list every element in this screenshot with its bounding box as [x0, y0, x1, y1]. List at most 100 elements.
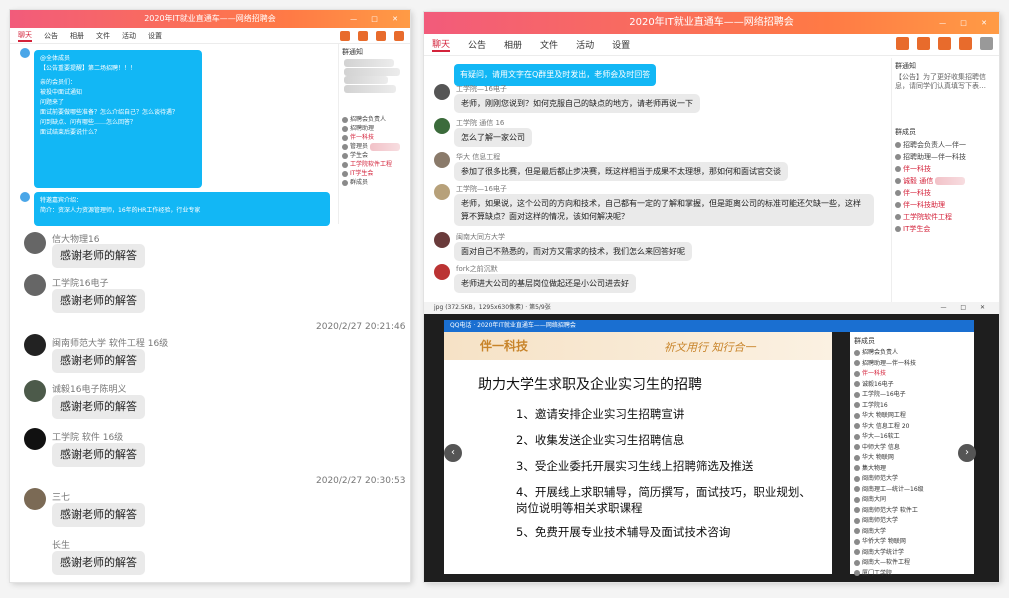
message-bubble: 感谢老师的解答 — [52, 349, 145, 373]
side-member[interactable]: 伴一科技 — [342, 133, 407, 142]
side-member[interactable]: IT学生会 — [342, 169, 407, 178]
notice-bubble: 有疑问，请用文字在Q群里及时发出，老师会及时回答 — [454, 64, 657, 86]
avatar[interactable] — [434, 118, 450, 134]
slide-banner: 伴一科技 祈文用行 知行合一 — [444, 332, 832, 360]
screen-share-icon[interactable] — [938, 37, 951, 50]
avatar[interactable] — [434, 264, 450, 280]
side-member[interactable]: 诚毅 通信 — [895, 175, 996, 187]
member-item[interactable]: 闽南大—软件工程 — [854, 558, 970, 569]
phone-icon[interactable] — [340, 31, 350, 41]
tab-files[interactable]: 文件 — [96, 31, 110, 41]
avatar[interactable] — [20, 48, 30, 58]
avatar[interactable] — [24, 380, 46, 402]
tab-activity[interactable]: 活动 — [576, 38, 594, 51]
member-item[interactable]: 工学院16 — [854, 401, 970, 412]
sender-name: 工学院—16电子 — [456, 185, 507, 193]
next-image-button[interactable]: › — [958, 444, 976, 462]
previous-image-button[interactable]: ‹ — [444, 444, 462, 462]
more-icon[interactable] — [980, 37, 993, 50]
member-item[interactable]: 伴一科技 — [854, 369, 970, 380]
side-heading: 群通知 — [342, 48, 363, 56]
tab-album[interactable]: 相册 — [504, 38, 522, 51]
avatar[interactable] — [24, 428, 46, 450]
tab-announcement[interactable]: 公告 — [44, 31, 58, 41]
member-item[interactable]: 闽南大学 — [854, 527, 970, 538]
member-item[interactable]: 闽南师范大学 — [854, 474, 970, 485]
member-item[interactable]: 中师大学 信息 — [854, 443, 970, 454]
members-heading: 群成员 — [854, 337, 875, 345]
tab-files[interactable]: 文件 — [540, 38, 558, 51]
side-member[interactable]: 管理员 — [342, 142, 407, 151]
tab-album[interactable]: 相册 — [70, 31, 84, 41]
window-controls[interactable]: — □ ✕ — [350, 10, 404, 28]
image-viewer: jpg (372.5KB，1295x630像素) · 第5/9张 — □ ✕ Q… — [424, 302, 999, 582]
avatar[interactable] — [434, 232, 450, 248]
tab-settings[interactable]: 设置 — [148, 31, 162, 41]
member-item[interactable]: 华大 信息工程 20 — [854, 422, 970, 433]
member-item[interactable]: 华大—16软工 — [854, 432, 970, 443]
tab-chat[interactable]: 聊天 — [18, 30, 32, 42]
member-item[interactable]: 闽南师范大学 软件工 — [854, 506, 970, 517]
side-member[interactable]: 伴一科技 — [895, 187, 996, 199]
video-icon[interactable] — [358, 31, 368, 41]
side-member[interactable]: 招聘会负责人—伴一 — [895, 139, 996, 151]
side-member[interactable]: 学生会 — [342, 151, 407, 160]
side-member[interactable]: 招聘助理—伴一科技 — [895, 151, 996, 163]
presentation-slide: 伴一科技 祈文用行 知行合一 助力大学生求职及企业实习生的招聘 1、邀请安排企业… — [444, 332, 832, 574]
phone-icon[interactable] — [896, 37, 909, 50]
avatar[interactable] — [24, 334, 46, 356]
member-item[interactable]: 华大 物联网 — [854, 453, 970, 464]
chat-message: fork之前沉默 老师进大公司的基层岗位做起还是小公司进去好 — [434, 264, 874, 294]
message-icon[interactable] — [959, 37, 972, 50]
tab-chat[interactable]: 聊天 — [432, 37, 451, 52]
right-window-title: 2020年IT就业直通车——网络招聘会 — [629, 17, 794, 28]
member-item[interactable]: 工学院—16电子 — [854, 390, 970, 401]
side-member[interactable]: 招聘助理 — [342, 124, 407, 133]
chat-message: 闽南大同方大学 面对自己不熟悉的，而对方又需求的技术，我们怎么来回答好呢 — [434, 232, 874, 262]
side-member[interactable]: 招聘会负责人 — [342, 115, 407, 124]
viewer-title-bar: jpg (372.5KB，1295x630像素) · 第5/9张 — □ ✕ — [424, 302, 999, 314]
member-item[interactable]: 闽南大同 — [854, 495, 970, 506]
member-item[interactable]: 厦门工学院 — [854, 569, 970, 580]
members-heading: 群成员 — [895, 128, 916, 136]
avatar[interactable] — [434, 84, 450, 100]
side-member[interactable]: IT学生会 — [895, 223, 996, 235]
member-item[interactable]: 闽南师范大学 — [854, 516, 970, 527]
member-item[interactable]: 集大物理 — [854, 464, 970, 475]
tab-announcement[interactable]: 公告 — [468, 38, 486, 51]
window-controls[interactable]: — □ ✕ — [939, 12, 993, 34]
sender-name: 华大 信息工程 — [456, 153, 501, 161]
side-member[interactable]: 工学院软件工程 — [342, 160, 407, 169]
viewer-controls[interactable]: — □ ✕ — [940, 302, 991, 314]
avatar[interactable] — [434, 152, 450, 168]
slide-item: 3、受企业委托开展实习生线上招聘筛选及推送 — [516, 459, 754, 473]
avatar[interactable] — [24, 274, 46, 296]
viewer-file-info: jpg (372.5KB，1295x630像素) · 第5/9张 — [434, 304, 551, 311]
message-bubble: 怎么了解一家公司 — [454, 128, 532, 147]
screen-share-icon[interactable] — [376, 31, 386, 41]
member-item[interactable]: 招聘助理—伴一科技 — [854, 359, 970, 370]
side-member[interactable]: 工学院软件工程 — [895, 211, 996, 223]
avatar[interactable] — [24, 232, 46, 254]
avatar[interactable] — [434, 184, 450, 200]
side-member[interactable]: 群成员 — [342, 178, 407, 187]
member-item[interactable]: 闽南大学统计学 — [854, 548, 970, 559]
side-member[interactable]: 伴一科技 — [895, 163, 996, 175]
member-item[interactable]: 华大 物联网工程 — [854, 411, 970, 422]
tab-activity[interactable]: 活动 — [122, 31, 136, 41]
qq-call-bar: QQ电话 · 2020年IT就业直通车——网络招聘会 — [444, 320, 974, 332]
side-notice — [342, 59, 407, 115]
member-item[interactable]: 闽南理工—统计—16级 — [854, 485, 970, 496]
member-item[interactable]: 华侨大学 物联网 — [854, 537, 970, 548]
member-item[interactable]: 招聘会负责人 — [854, 348, 970, 359]
tab-settings[interactable]: 设置 — [612, 38, 630, 51]
avatar[interactable] — [20, 192, 30, 202]
message-bubble: 感谢老师的解答 — [52, 551, 145, 575]
side-member[interactable]: 伴一科技助理 — [895, 199, 996, 211]
message-bubble: 面对自己不熟悉的，而对方又需求的技术，我们怎么来回答好呢 — [454, 242, 692, 261]
video-icon[interactable] — [917, 37, 930, 50]
member-item[interactable]: 诚毅16电子 — [854, 380, 970, 391]
avatar[interactable] — [24, 488, 46, 510]
message-icon[interactable] — [394, 31, 404, 41]
guest-intro-bubble: 特邀嘉宾介绍： 简介：资深人力资源管理师，16年的HR工作经验，行业专家 — [34, 192, 330, 226]
